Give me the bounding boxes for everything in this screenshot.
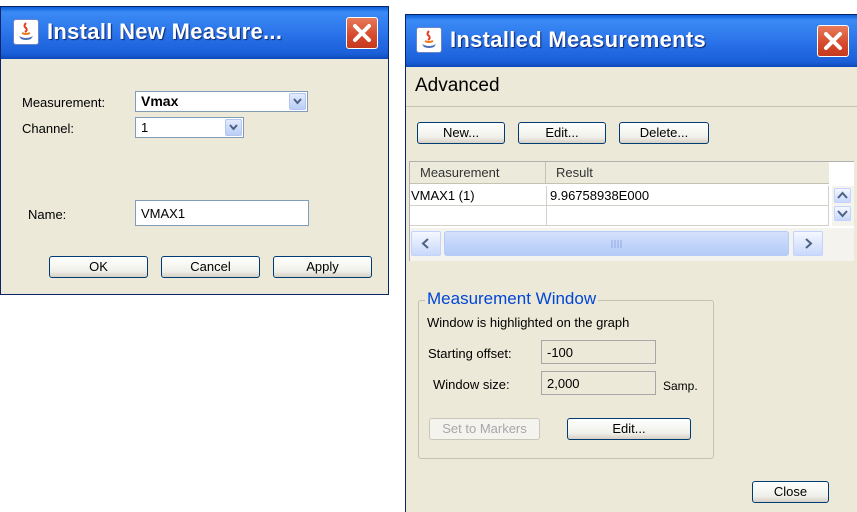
install-measure-dialog: Install New Measure... Measurement: Vmax… xyxy=(0,6,389,295)
table-cell[interactable]: 9.96758938E000 xyxy=(547,186,829,206)
window-size-label: Window size: xyxy=(433,377,510,392)
scroll-down-button[interactable] xyxy=(834,206,851,221)
grip-icon xyxy=(611,240,622,248)
delete-button[interactable]: Delete... xyxy=(619,122,709,144)
chevron-left-icon xyxy=(421,238,429,249)
installed-measurements-dialog: Installed Measurements Advanced New... E… xyxy=(405,14,857,512)
chevron-down-icon xyxy=(837,210,848,218)
column-header-measurement[interactable]: Measurement xyxy=(410,162,546,184)
scroll-thumb[interactable] xyxy=(444,231,789,256)
edit-button[interactable]: Edit... xyxy=(518,122,606,144)
close-icon xyxy=(824,32,842,50)
install-dialog-title: Install New Measure... xyxy=(47,19,283,44)
window-size-unit: Samp. xyxy=(663,379,698,393)
measurement-select[interactable]: Vmax xyxy=(135,91,308,112)
cancel-button[interactable]: Cancel xyxy=(161,256,260,278)
ok-button[interactable]: OK xyxy=(49,256,148,278)
starting-offset-label: Starting offset: xyxy=(428,346,512,361)
channel-select-value: 1 xyxy=(141,120,149,135)
installed-dialog-title: Installed Measurements xyxy=(450,27,707,52)
window-edit-button[interactable]: Edit... xyxy=(567,418,691,440)
new-button[interactable]: New... xyxy=(417,122,505,144)
table-cell[interactable] xyxy=(410,206,547,226)
measurement-label: Measurement: xyxy=(22,95,106,110)
install-dialog-close-button[interactable] xyxy=(346,17,378,49)
vertical-scrollbar[interactable] xyxy=(832,186,854,226)
starting-offset-field[interactable]: -100 xyxy=(541,340,656,364)
chevron-down-icon[interactable] xyxy=(225,119,242,136)
java-icon xyxy=(13,19,39,45)
table-cell[interactable]: VMAX1 (1) xyxy=(410,186,547,206)
chevron-down-icon[interactable] xyxy=(289,93,306,110)
name-label: Name: xyxy=(28,207,67,222)
section-divider xyxy=(406,106,857,107)
apply-button[interactable]: Apply xyxy=(273,256,372,278)
name-field[interactable]: VMAX1 xyxy=(135,200,309,226)
channel-label: Channel: xyxy=(22,121,75,136)
scroll-left-button[interactable] xyxy=(411,231,441,256)
section-title: Advanced xyxy=(415,75,500,96)
installed-dialog-titlebar[interactable]: Installed Measurements xyxy=(406,15,857,67)
measurements-table: Measurement Result VMAX1 (1) 9.96758938E… xyxy=(409,161,854,261)
horizontal-scrollbar[interactable] xyxy=(410,228,854,261)
close-button[interactable]: Close xyxy=(752,481,829,503)
scroll-up-button[interactable] xyxy=(834,188,851,203)
table-cell[interactable] xyxy=(547,206,829,226)
set-to-markers-button[interactable]: Set to Markers xyxy=(429,418,540,440)
measurement-select-value: Vmax xyxy=(141,93,179,109)
installed-dialog-close-button[interactable] xyxy=(817,25,849,57)
window-description: Window is highlighted on the graph xyxy=(427,315,630,330)
column-header-result[interactable]: Result xyxy=(546,162,829,184)
install-dialog-titlebar[interactable]: Install New Measure... xyxy=(1,7,388,59)
measurement-window-title: Measurement Window xyxy=(425,289,599,309)
java-icon xyxy=(416,27,442,53)
window-size-field[interactable]: 2,000 xyxy=(541,371,656,395)
chevron-right-icon xyxy=(805,238,813,249)
scroll-right-button[interactable] xyxy=(793,231,823,256)
close-icon xyxy=(353,24,371,42)
chevron-up-icon xyxy=(837,191,848,199)
channel-select[interactable]: 1 xyxy=(135,117,244,138)
